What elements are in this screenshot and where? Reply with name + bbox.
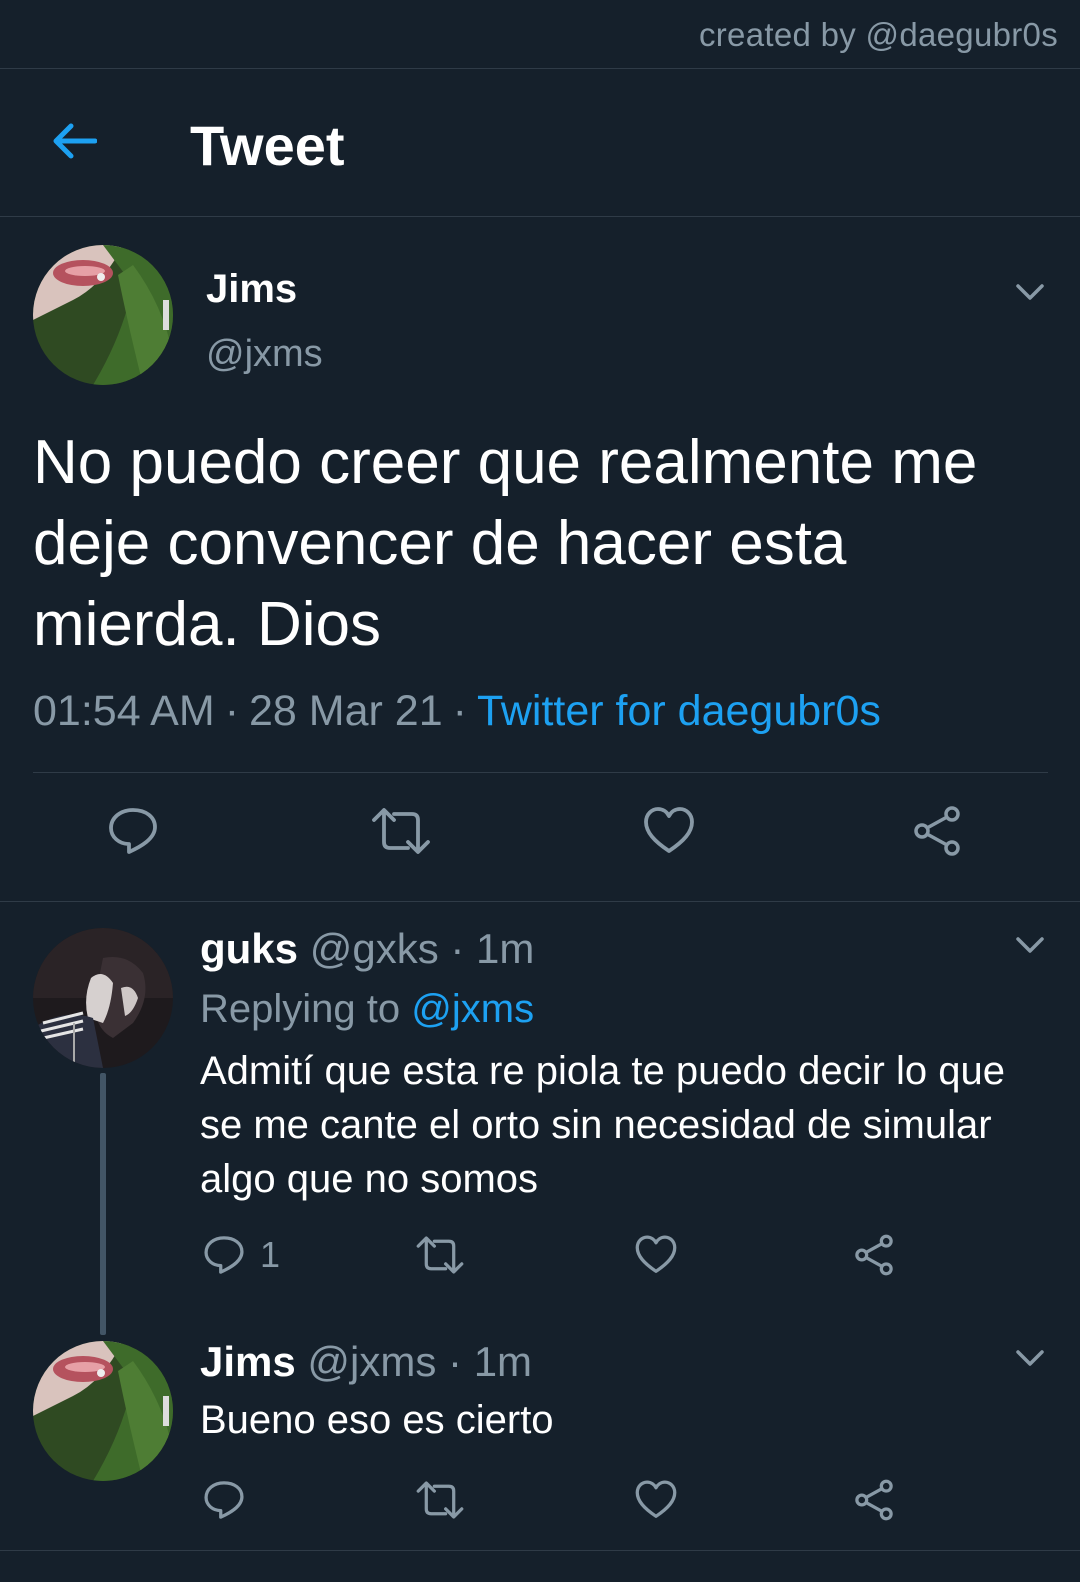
retweet-icon: [372, 808, 430, 854]
reply-tweet: Jims @jxms · 1m Bueno eso es cierto: [0, 1333, 1080, 1550]
tweet-time: 1m: [476, 925, 535, 972]
tweet-menu-button[interactable]: [1010, 1338, 1050, 1378]
reply-icon: [204, 1236, 244, 1274]
reply-icon: [204, 1481, 244, 1519]
tweet-time: 01:54 AM: [33, 687, 215, 735]
chevron-down-icon: [1016, 937, 1044, 953]
retweet-icon: [416, 1236, 464, 1274]
separator: ·: [450, 925, 465, 972]
like-icon: [644, 807, 694, 853]
tweet-text: Bueno eso es cierto: [200, 1398, 554, 1442]
reply-header: guks @gxks · 1m: [200, 925, 534, 973]
reply-icon: [109, 808, 157, 854]
arrow-left-icon: [53, 123, 97, 159]
share-button[interactable]: [852, 1233, 896, 1277]
top-header: Tweet: [0, 69, 1080, 217]
author-name[interactable]: Jims: [200, 1338, 296, 1385]
credit-bar: created by @daegubr0s: [0, 0, 1080, 69]
share-button[interactable]: [852, 1478, 896, 1522]
share-icon: [855, 1479, 893, 1521]
replying-label: Replying to: [200, 987, 401, 1031]
reply-button[interactable]: [106, 804, 160, 858]
like-button[interactable]: [642, 804, 696, 858]
divider: [0, 1550, 1080, 1551]
mention-link[interactable]: @jxms: [411, 987, 534, 1031]
retweet-button[interactable]: [415, 1478, 465, 1522]
tweet-menu-button[interactable]: [1010, 272, 1050, 312]
retweet-icon: [416, 1481, 464, 1519]
credit-text: created by @daegubr0s: [698, 16, 1058, 53]
tweet-date: 28 Mar 21: [249, 687, 443, 735]
share-icon: [914, 806, 960, 856]
separator: ·: [452, 687, 467, 735]
divider: [33, 772, 1048, 773]
avatar[interactable]: [33, 928, 173, 1068]
author-name[interactable]: Jims: [206, 267, 297, 312]
reply-count: 1: [260, 1234, 281, 1275]
author-handle[interactable]: @gxks: [310, 925, 439, 972]
reply-button[interactable]: 1: [202, 1233, 280, 1277]
tweet-actions: [0, 802, 1080, 862]
tweet-menu-button[interactable]: [1010, 925, 1050, 965]
chevron-down-icon: [1016, 1350, 1044, 1366]
author-handle[interactable]: @jxms: [307, 1338, 436, 1385]
separator: ·: [448, 1338, 463, 1385]
share-button[interactable]: [910, 804, 964, 858]
avatar[interactable]: [33, 1341, 173, 1481]
retweet-button[interactable]: [370, 804, 432, 858]
reply-tweet: guks @gxks · 1m Replying to @jxms Admití…: [0, 903, 1080, 1333]
avatar[interactable]: [33, 245, 173, 385]
separator: ·: [224, 687, 240, 735]
like-button[interactable]: [634, 1478, 678, 1522]
replying-to: Replying to @jxms: [200, 987, 534, 1032]
author-name[interactable]: guks: [200, 925, 298, 972]
tweet-time: 1m: [473, 1338, 533, 1385]
tweet-text: Admití que esta re piola te puedo decir …: [200, 1049, 1005, 1201]
like-icon: [635, 1480, 677, 1518]
tweet-metadata: 01:54 AM · 28 Mar 21 · Twitter for daegubr0s: [33, 687, 881, 736]
chevron-down-icon: [1016, 284, 1044, 300]
page-title: Tweet: [190, 114, 345, 177]
reply-header: Jims @jxms · 1m: [200, 1338, 532, 1386]
share-icon: [855, 1234, 893, 1276]
back-button[interactable]: [44, 111, 104, 171]
author-handle[interactable]: @jxms: [206, 333, 323, 376]
tweet-text: No puedo creer que realmente me deje con…: [33, 428, 978, 659]
main-tweet: Jims @jxms No puedo creer que realmente …: [0, 217, 1080, 902]
tweet-page: created by @daegubr0s Tweet Jims @jxms N…: [0, 0, 1080, 1582]
retweet-button[interactable]: [415, 1233, 465, 1277]
like-icon: [635, 1235, 677, 1273]
like-button[interactable]: [634, 1233, 678, 1277]
tweet-source-link[interactable]: Twitter for daegubr0s: [477, 687, 881, 735]
reply-button[interactable]: [202, 1478, 246, 1522]
